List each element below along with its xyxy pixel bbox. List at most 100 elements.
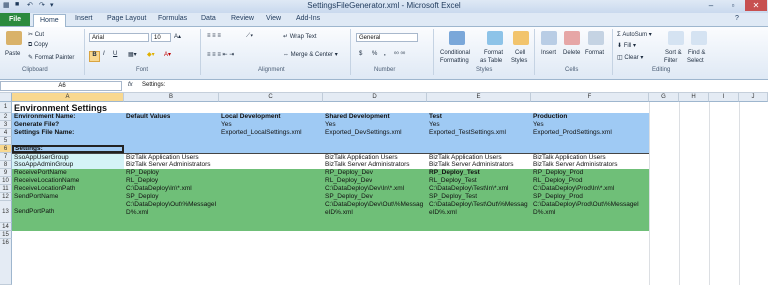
grow-font-icon[interactable]: A▴ — [174, 33, 181, 40]
formula-input[interactable]: Settings: — [140, 81, 768, 91]
help-icon[interactable]: ? — [735, 15, 739, 22]
italic-button[interactable]: I — [103, 51, 105, 57]
row-header[interactable]: 14 — [0, 223, 12, 231]
test-header[interactable]: Test — [428, 113, 442, 121]
font-color-icon[interactable]: A▾ — [164, 51, 171, 58]
sort-filter-icon[interactable] — [668, 31, 684, 45]
setting-prod[interactable]: C:\DataDeploy\Prod\Out\%MessageID%.xml — [532, 201, 648, 216]
file-name-prod[interactable]: Exported_ProdSettings.xml — [532, 129, 612, 137]
column-header-d[interactable]: D — [323, 93, 427, 102]
cell-styles-button[interactable]: Cell — [515, 50, 525, 56]
file-name-local[interactable]: Exported_LocalSettings.xml — [220, 129, 302, 137]
autosum-button[interactable]: Σ AutoSum ▾ — [617, 31, 652, 38]
row-header[interactable]: 13 — [0, 201, 12, 223]
minimize-icon[interactable]: – — [700, 0, 722, 11]
tab-file[interactable]: File — [0, 13, 30, 26]
number-format-box[interactable]: General — [356, 33, 418, 42]
comma-button[interactable]: , — [384, 51, 386, 57]
setting-prod[interactable]: RP_Deploy_Prod — [532, 169, 583, 177]
clear-button[interactable]: ◫ Clear ▾ — [617, 54, 643, 61]
setting-default[interactable]: BizTalk Server Administrators — [125, 161, 211, 169]
setting-test[interactable]: RL_Deploy_Test — [428, 177, 477, 185]
column-header-f[interactable]: F — [531, 93, 649, 102]
format-as-table-button[interactable]: Format — [484, 50, 503, 56]
insert-button[interactable]: Insert — [541, 50, 556, 56]
row-header[interactable]: 3 — [0, 121, 12, 129]
column-header-a[interactable]: A — [12, 93, 124, 102]
conditional-formatting-icon[interactable] — [449, 31, 465, 45]
borders-icon[interactable]: ▦▾ — [128, 51, 137, 58]
cut-button[interactable]: ✂ Cut — [28, 31, 44, 38]
wrap-text-button[interactable]: ↵ Wrap Text — [283, 33, 317, 40]
row-header[interactable]: 15 — [0, 231, 12, 239]
format-as-table-icon[interactable] — [487, 31, 503, 45]
row-header[interactable]: 16 — [0, 239, 12, 285]
production-header[interactable]: Production — [532, 113, 567, 121]
column-header-c[interactable]: C — [219, 93, 323, 102]
tab-view[interactable]: View — [266, 15, 281, 22]
row-header[interactable]: 12 — [0, 193, 12, 201]
setting-dev[interactable]: C:\DataDeploy\Dev\In\*.xml — [324, 185, 404, 193]
shared-development-header[interactable]: Shared Development — [324, 113, 390, 121]
setting-prod[interactable]: RL_Deploy_Prod — [532, 177, 583, 185]
maximize-icon[interactable]: ▫ — [722, 0, 744, 11]
environment-name-label[interactable]: Environment Name: — [13, 113, 75, 121]
generate-prod[interactable]: Yes — [532, 121, 544, 129]
currency-button[interactable]: $ — [359, 51, 362, 57]
generate-local[interactable]: Yes — [220, 121, 232, 129]
find-select-button[interactable]: Find & — [688, 50, 705, 56]
align-top-icon[interactable]: ≡ ≡ ≡ — [207, 33, 221, 39]
row-header[interactable]: 1 — [0, 102, 12, 113]
format-painter-button[interactable]: ✎ Format Painter — [28, 54, 74, 61]
conditional-formatting-button[interactable]: Conditional — [440, 50, 470, 56]
setting-prod[interactable]: SP_Deploy_Prod — [532, 193, 583, 201]
column-header-e[interactable]: E — [427, 93, 531, 102]
settings-file-name-label[interactable]: Settings File Name: — [13, 129, 74, 137]
tab-review[interactable]: Review — [231, 15, 254, 22]
setting-dev[interactable]: RL_Deploy_Dev — [324, 177, 372, 185]
sheet-title[interactable]: Environment Settings — [13, 103, 107, 113]
row-header[interactable]: 2 — [0, 113, 12, 121]
setting-prod[interactable]: C:\DataDeploy\Prod\In\*.xml — [532, 185, 614, 193]
align-left-icon[interactable]: ≡ ≡ ≡ ⇤ ⇥ — [207, 51, 234, 58]
setting-default[interactable]: RL_Deploy — [125, 177, 158, 185]
close-icon[interactable]: ✕ — [745, 0, 767, 11]
generate-test[interactable]: Yes — [428, 121, 440, 129]
row-header[interactable]: 7 — [0, 153, 12, 161]
row-header[interactable]: 4 — [0, 129, 12, 137]
local-development-header[interactable]: Local Development — [220, 113, 281, 121]
column-header-i[interactable]: I — [709, 93, 739, 102]
setting-dev[interactable]: BizTalk Server Administrators — [324, 161, 410, 169]
fill-color-icon[interactable]: ◆▾ — [147, 51, 155, 58]
delete-cells-icon[interactable] — [564, 31, 580, 45]
row-header[interactable]: 5 — [0, 137, 12, 145]
name-box[interactable]: A6 — [0, 81, 122, 91]
tab-home[interactable]: Home — [33, 14, 66, 27]
row-header[interactable]: 8 — [0, 161, 12, 169]
format-button[interactable]: Format — [585, 50, 604, 56]
bold-button[interactable]: B — [89, 51, 100, 62]
delete-button[interactable]: Delete — [563, 50, 580, 56]
setting-default[interactable]: SP_Deploy — [125, 193, 159, 201]
setting-test[interactable]: BizTalk Server Administrators — [428, 161, 514, 169]
decimal-icon[interactable]: ⁰⁰ ⁰⁰ — [394, 51, 405, 58]
setting-name[interactable]: SsoAppAdminGroup — [13, 161, 73, 169]
row-header[interactable]: 11 — [0, 185, 12, 193]
insert-cells-icon[interactable] — [541, 31, 557, 45]
generate-dev[interactable]: Yes — [324, 121, 336, 129]
setting-default[interactable]: C:\DataDeploy\Out\%MessageID%.xml — [125, 201, 218, 216]
setting-name[interactable]: SendPortPath — [13, 208, 54, 216]
copy-button[interactable]: ⧉ Copy — [28, 42, 48, 49]
fill-button[interactable]: ⬇ Fill ▾ — [617, 42, 636, 49]
paste-icon[interactable] — [6, 31, 22, 45]
find-select-icon[interactable] — [691, 31, 707, 45]
tab-insert[interactable]: Insert — [75, 15, 93, 22]
setting-prod[interactable]: BizTalk Server Administrators — [532, 161, 618, 169]
setting-test[interactable]: SP_Deploy_Test — [428, 193, 477, 201]
file-name-dev[interactable]: Exported_DevSettings.xml — [324, 129, 402, 137]
column-header-b[interactable]: B — [124, 93, 219, 102]
generate-file-label[interactable]: Generate File? — [13, 121, 59, 129]
file-name-test[interactable]: Exported_TestSettings.xml — [428, 129, 506, 137]
row-header[interactable]: 9 — [0, 169, 12, 177]
row-header[interactable]: 6 — [0, 145, 12, 153]
